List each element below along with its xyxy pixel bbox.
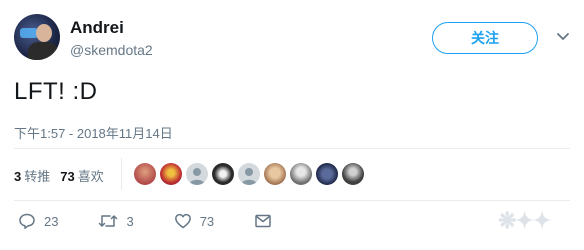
retweet-stat[interactable]: 3 转推 (14, 166, 50, 185)
reply-count: 23 (44, 213, 59, 229)
retweet-action-count: 3 (126, 213, 134, 229)
liker-avatar[interactable] (212, 163, 234, 185)
liker-avatar[interactable] (160, 163, 182, 185)
retweet-count: 3 (14, 169, 22, 184)
tweet-stats: 3 转推 73 喜欢 (14, 166, 104, 185)
direct-message-button[interactable] (254, 212, 280, 230)
chevron-down-icon[interactable] (556, 30, 570, 44)
watermark-logo: ❋✦✦ (498, 208, 551, 233)
liker-avatar[interactable] (264, 163, 286, 185)
retweet-button[interactable]: 3 (98, 212, 134, 230)
liker-avatar[interactable] (342, 163, 364, 185)
liker-avatar[interactable] (238, 163, 260, 185)
tweet-text: LFT! :D (14, 78, 98, 105)
like-button[interactable]: 73 (174, 212, 214, 230)
liker-avatar[interactable] (316, 163, 338, 185)
divider (14, 148, 570, 149)
retweet-label: 转推 (24, 169, 51, 184)
user-display-name[interactable]: Andrei (70, 18, 124, 38)
divider (14, 200, 570, 201)
like-label: 喜欢 (77, 169, 104, 184)
reply-button[interactable]: 23 (18, 212, 58, 230)
like-action-count: 73 (199, 213, 215, 229)
liker-avatar[interactable] (290, 163, 312, 185)
retweet-icon (99, 215, 118, 227)
liker-avatar[interactable] (134, 163, 156, 185)
like-stat[interactable]: 73 喜欢 (60, 166, 103, 185)
tweet-actions: 23 3 73 (18, 212, 320, 230)
like-count: 73 (60, 169, 75, 184)
user-handle[interactable]: @skemdota2 (70, 42, 153, 58)
tweet-timestamp[interactable]: 下午1:57 - 2018年11月14日 (14, 123, 173, 142)
liker-avatar[interactable] (186, 163, 208, 185)
envelope-icon (255, 214, 271, 228)
follow-button[interactable]: 关注 (432, 22, 538, 54)
user-avatar[interactable] (14, 14, 60, 60)
stats-separator (121, 158, 122, 190)
likers-avatars (134, 163, 364, 185)
reply-icon (19, 213, 35, 229)
heart-icon (174, 213, 191, 229)
